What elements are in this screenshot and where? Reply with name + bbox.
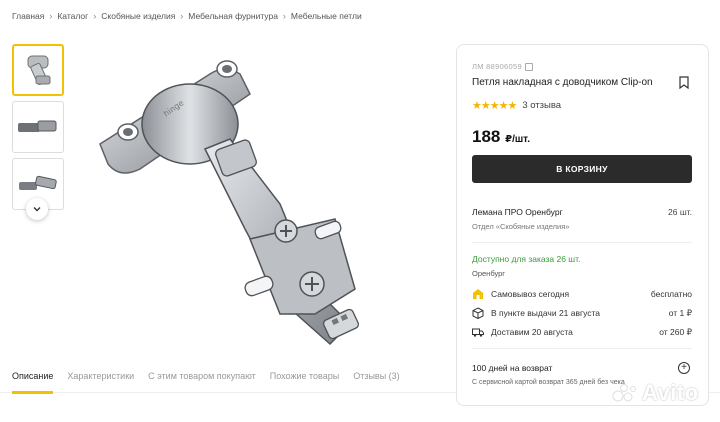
parcel-box-icon bbox=[472, 307, 484, 319]
add-to-cart-button[interactable]: В КОРЗИНУ bbox=[472, 155, 692, 183]
thumbnail-1[interactable] bbox=[12, 44, 64, 96]
expand-plus-icon[interactable]: + bbox=[678, 362, 690, 374]
product-tabs: Описание Характеристики С этим товаром п… bbox=[12, 371, 414, 394]
delivery-option-pickup[interactable]: Самовывоз сегодня бесплатно bbox=[472, 288, 692, 300]
product-sku: ЛМ 88906059 bbox=[472, 62, 533, 71]
tab-specifications[interactable]: Характеристики bbox=[67, 371, 134, 391]
delivery-price: от 1 ₽ bbox=[668, 307, 692, 318]
delivery-option-courier[interactable]: Доставим 20 августа от 260 ₽ bbox=[472, 326, 692, 338]
breadcrumb-catalog[interactable]: Каталог bbox=[57, 11, 88, 21]
bookmark-icon[interactable] bbox=[679, 76, 689, 89]
breadcrumb-separator: › bbox=[180, 11, 184, 21]
product-price: 188 ₽/шт. bbox=[472, 127, 530, 147]
availability-text: Доступно для заказа 26 шт. bbox=[472, 254, 581, 264]
product-title: Петля накладная с доводчиком Clip-on bbox=[472, 77, 653, 88]
store-name: Лемана ПРО Оренбург bbox=[472, 207, 563, 217]
return-policy-title: 100 дней на возврат bbox=[472, 363, 553, 373]
product-rating[interactable]: ★★★★★ 3 отзыва bbox=[472, 99, 561, 112]
delivery-option-pickup-point[interactable]: В пункте выдачи 21 августа от 1 ₽ bbox=[472, 307, 692, 319]
price-unit: ₽/шт. bbox=[505, 134, 530, 145]
delivery-price: от 260 ₽ bbox=[659, 326, 692, 337]
thumbnails-scroll-down-button[interactable] bbox=[26, 198, 48, 220]
price-value: 188 bbox=[472, 127, 501, 146]
copy-icon[interactable] bbox=[524, 62, 533, 71]
cabinet-hinge-image: hinge bbox=[99, 60, 360, 346]
avito-watermark: Avito bbox=[612, 380, 699, 406]
breadcrumb-hardware[interactable]: Скобяные изделия bbox=[101, 11, 175, 21]
avito-watermark-text: Avito bbox=[642, 380, 699, 405]
sku-label: ЛМ 88906059 bbox=[472, 62, 522, 71]
reviews-count[interactable]: 3 отзыва bbox=[522, 100, 561, 111]
product-main-image[interactable]: hinge bbox=[80, 34, 400, 364]
truck-icon bbox=[472, 326, 484, 338]
divider bbox=[472, 242, 692, 243]
tab-description[interactable]: Описание bbox=[12, 371, 54, 394]
avito-logo-icon bbox=[612, 384, 636, 402]
breadcrumb-separator: › bbox=[93, 11, 97, 21]
chevron-down-icon bbox=[33, 207, 41, 212]
breadcrumb-home[interactable]: Главная bbox=[12, 11, 44, 21]
return-policy-subtitle: С сервисной картой возврат 365 дней без … bbox=[472, 379, 625, 386]
hinge-side-thumbnail bbox=[18, 120, 57, 132]
breadcrumb-separator: › bbox=[282, 11, 286, 21]
tab-reviews[interactable]: Отзывы (3) bbox=[353, 371, 399, 391]
thumbnail-2[interactable] bbox=[12, 101, 64, 153]
breadcrumb-furniture-hinges[interactable]: Мебельные петли bbox=[291, 11, 362, 21]
delivery-price: бесплатно bbox=[650, 289, 692, 299]
breadcrumb: Главная › Каталог › Скобяные изделия › М… bbox=[12, 11, 362, 21]
divider bbox=[472, 348, 692, 349]
hinge-front-thumbnail bbox=[27, 55, 51, 86]
availability-city[interactable]: Оренбург bbox=[472, 269, 505, 278]
store-stock[interactable]: Лемана ПРО Оренбург 26 шт. bbox=[472, 207, 692, 217]
rating-stars: ★★★★★ bbox=[472, 100, 517, 112]
store-qty: 26 шт. bbox=[668, 207, 692, 217]
tab-bought-together[interactable]: С этим товаром покупают bbox=[148, 371, 256, 391]
breadcrumb-furniture-fittings[interactable]: Мебельная фурнитура bbox=[188, 11, 278, 21]
pickup-today-icon bbox=[472, 288, 484, 300]
hinge-open-thumbnail bbox=[19, 175, 57, 190]
delivery-label: Доставим 20 августа bbox=[491, 327, 573, 337]
tab-similar-products[interactable]: Похожие товары bbox=[270, 371, 339, 391]
delivery-label: Самовывоз сегодня bbox=[491, 289, 570, 299]
delivery-label: В пункте выдачи 21 августа bbox=[491, 308, 601, 318]
breadcrumb-separator: › bbox=[49, 11, 53, 21]
store-department: Отдел «Скобяные изделия» bbox=[472, 222, 570, 231]
purchase-card: ЛМ 88906059 Петля накладная с доводчиком… bbox=[456, 44, 709, 406]
thumbnail-list bbox=[12, 44, 64, 215]
